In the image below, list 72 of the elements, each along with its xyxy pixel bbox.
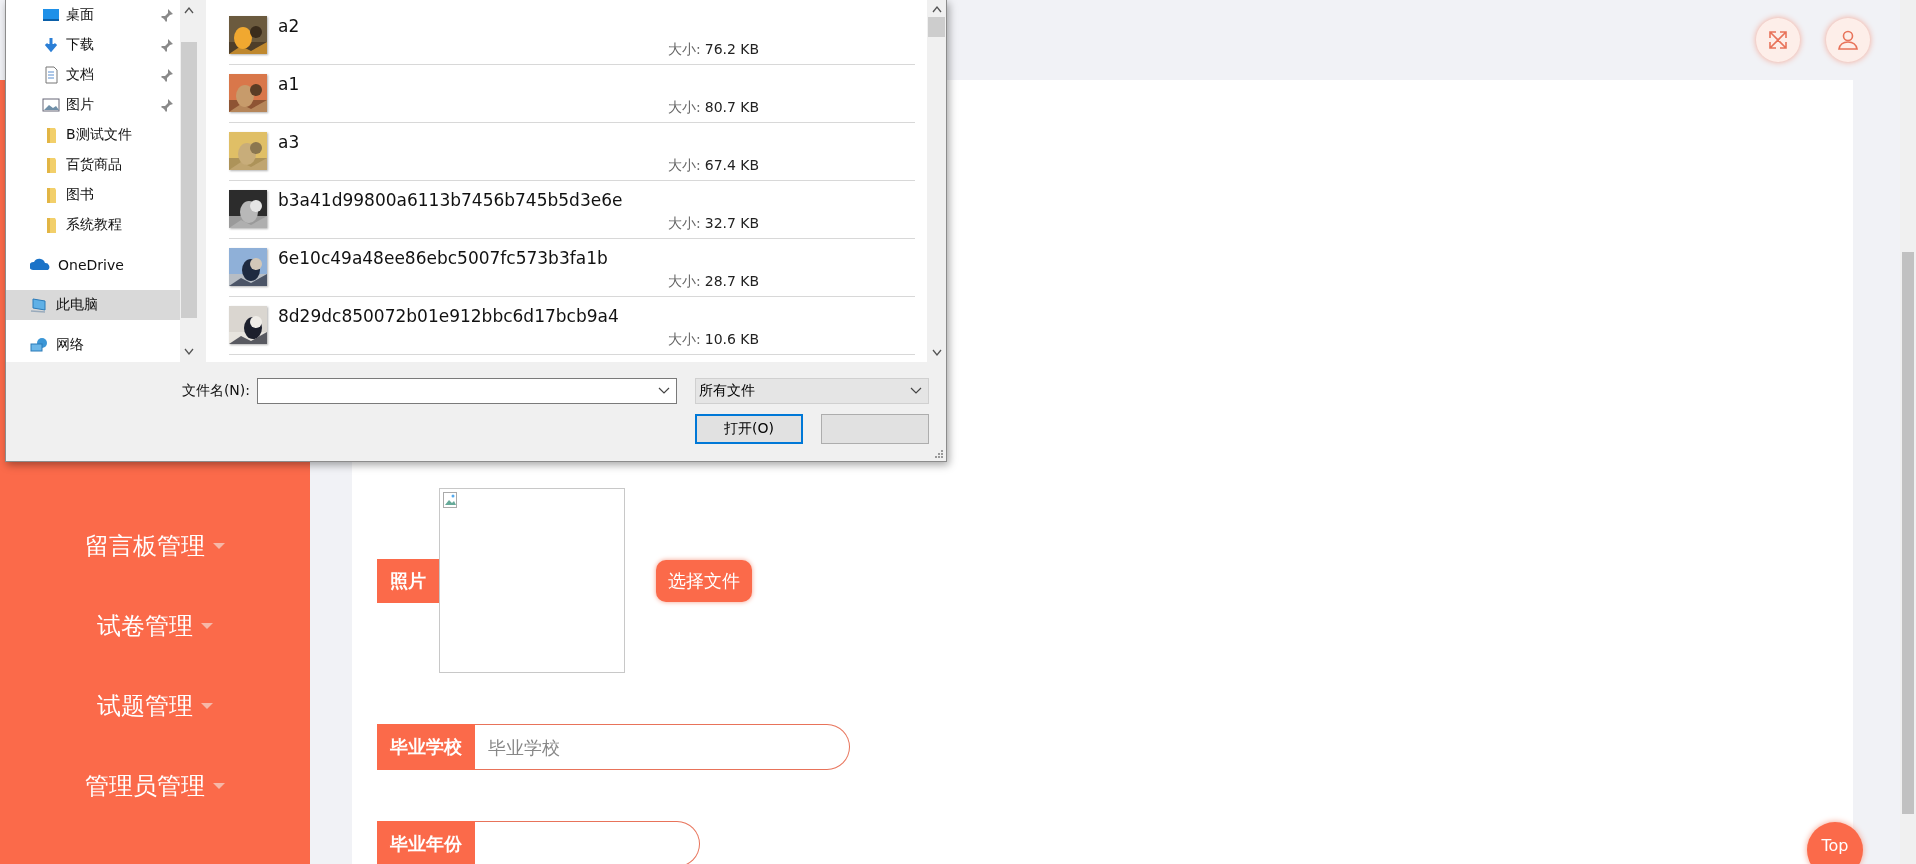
size-label: 大小: xyxy=(668,99,701,117)
cancel-button[interactable] xyxy=(821,414,929,444)
nav-item[interactable]: 图片 xyxy=(6,90,180,120)
file-size: 32.7 KB xyxy=(704,215,760,233)
size-label: 大小: xyxy=(668,215,701,233)
scroll-thumb[interactable] xyxy=(181,42,197,318)
open-button[interactable]: 打开(O) xyxy=(695,414,803,444)
file-item[interactable]: a1 大小: 80.7 KB xyxy=(229,65,915,123)
quick-access-icon xyxy=(42,6,60,24)
quick-access-icon xyxy=(42,36,60,54)
nav-scrollbar[interactable] xyxy=(180,0,198,362)
quick-access-icon xyxy=(42,66,60,84)
file-item[interactable]: 6e10c49a48ee86ebc5007fc573b3fa1b 大小: 28.7 KB xyxy=(229,239,915,297)
chevron-down-icon xyxy=(910,387,922,395)
file-size: 67.4 KB xyxy=(704,157,760,175)
quick-access-icon xyxy=(42,96,60,114)
scroll-down-icon xyxy=(184,348,194,356)
caret-icon xyxy=(201,703,213,709)
file-size: 28.7 KB xyxy=(704,273,760,291)
user-icon xyxy=(1837,29,1859,51)
user-button[interactable] xyxy=(1826,18,1870,62)
file-name: a3 xyxy=(278,132,300,152)
input-field[interactable]: 毕业学校 xyxy=(475,724,850,770)
field-label: 照片 xyxy=(377,558,439,603)
file-type-dropdown[interactable]: 所有文件 xyxy=(695,378,929,404)
scroll-down-icon xyxy=(931,349,942,357)
size-label: 大小: xyxy=(668,273,701,291)
size-label: 大小: xyxy=(668,41,701,59)
field-label: 毕业学校 xyxy=(377,724,475,770)
size-label: 大小: xyxy=(668,331,701,349)
page-scrollbar[interactable] xyxy=(1900,0,1916,864)
file-item[interactable]: 8d29dc850072b01e912bbc6d17bcb9a4 大小: 10.6 KB xyxy=(229,297,915,355)
file-size: 80.7 KB xyxy=(704,99,760,117)
fullscreen-button[interactable] xyxy=(1756,18,1800,62)
file-name: 6e10c49a48ee86ebc5007fc573b3fa1b xyxy=(278,248,608,268)
file-name: 8d29dc850072b01e912bbc6d17bcb9a4 xyxy=(278,306,619,326)
nav-item[interactable]: 文档 xyxy=(6,60,180,90)
nav-item[interactable]: OneDrive xyxy=(6,250,180,280)
nav-item[interactable]: 百货商品 xyxy=(6,150,180,180)
file-item[interactable]: a3 大小: 67.4 KB xyxy=(229,123,915,181)
nav-item[interactable]: 下载 xyxy=(6,30,180,60)
list-scrollbar[interactable] xyxy=(927,0,946,362)
filename-label: 文件名(N): xyxy=(181,382,250,400)
caret-icon xyxy=(201,623,213,629)
scroll-up-icon xyxy=(184,6,194,14)
nav-item[interactable]: 此电脑 xyxy=(6,290,180,320)
chevron-down-icon xyxy=(658,387,670,395)
nav-item[interactable]: 图书 xyxy=(6,180,180,210)
resize-grip-icon xyxy=(934,449,944,459)
file-item[interactable]: b3a41d99800a6113b7456b745b5d3e6e 大小: 32.7 KB xyxy=(229,181,915,239)
network-icon xyxy=(30,336,50,354)
input-field[interactable] xyxy=(475,821,700,864)
nav-item[interactable]: 系统教程 xyxy=(6,210,180,240)
scroll-thumb[interactable] xyxy=(1902,252,1914,814)
file-name: a1 xyxy=(278,74,300,94)
file-size: 10.6 KB xyxy=(704,331,760,349)
scroll-thumb[interactable] xyxy=(928,17,945,37)
field-label: 毕业年份 xyxy=(377,821,475,864)
caret-icon xyxy=(213,543,225,549)
nav-item[interactable]: 网络 xyxy=(6,330,180,360)
file-item[interactable]: a2 大小: 76.2 KB xyxy=(229,7,915,65)
filename-field[interactable] xyxy=(257,378,677,404)
nav-item[interactable]: B测试文件 xyxy=(6,120,180,150)
broken-image-icon xyxy=(443,492,459,508)
file-name: a2 xyxy=(278,16,300,36)
caret-icon xyxy=(213,783,225,789)
file-name: b3a41d99800a6113b7456b745b5d3e6e xyxy=(278,190,623,210)
expand-icon xyxy=(1767,29,1789,51)
file-size: 76.2 KB xyxy=(704,41,760,59)
nav-item[interactable]: 桌面 xyxy=(6,0,180,30)
size-label: 大小: xyxy=(668,157,701,175)
scroll-up-icon xyxy=(931,5,942,13)
